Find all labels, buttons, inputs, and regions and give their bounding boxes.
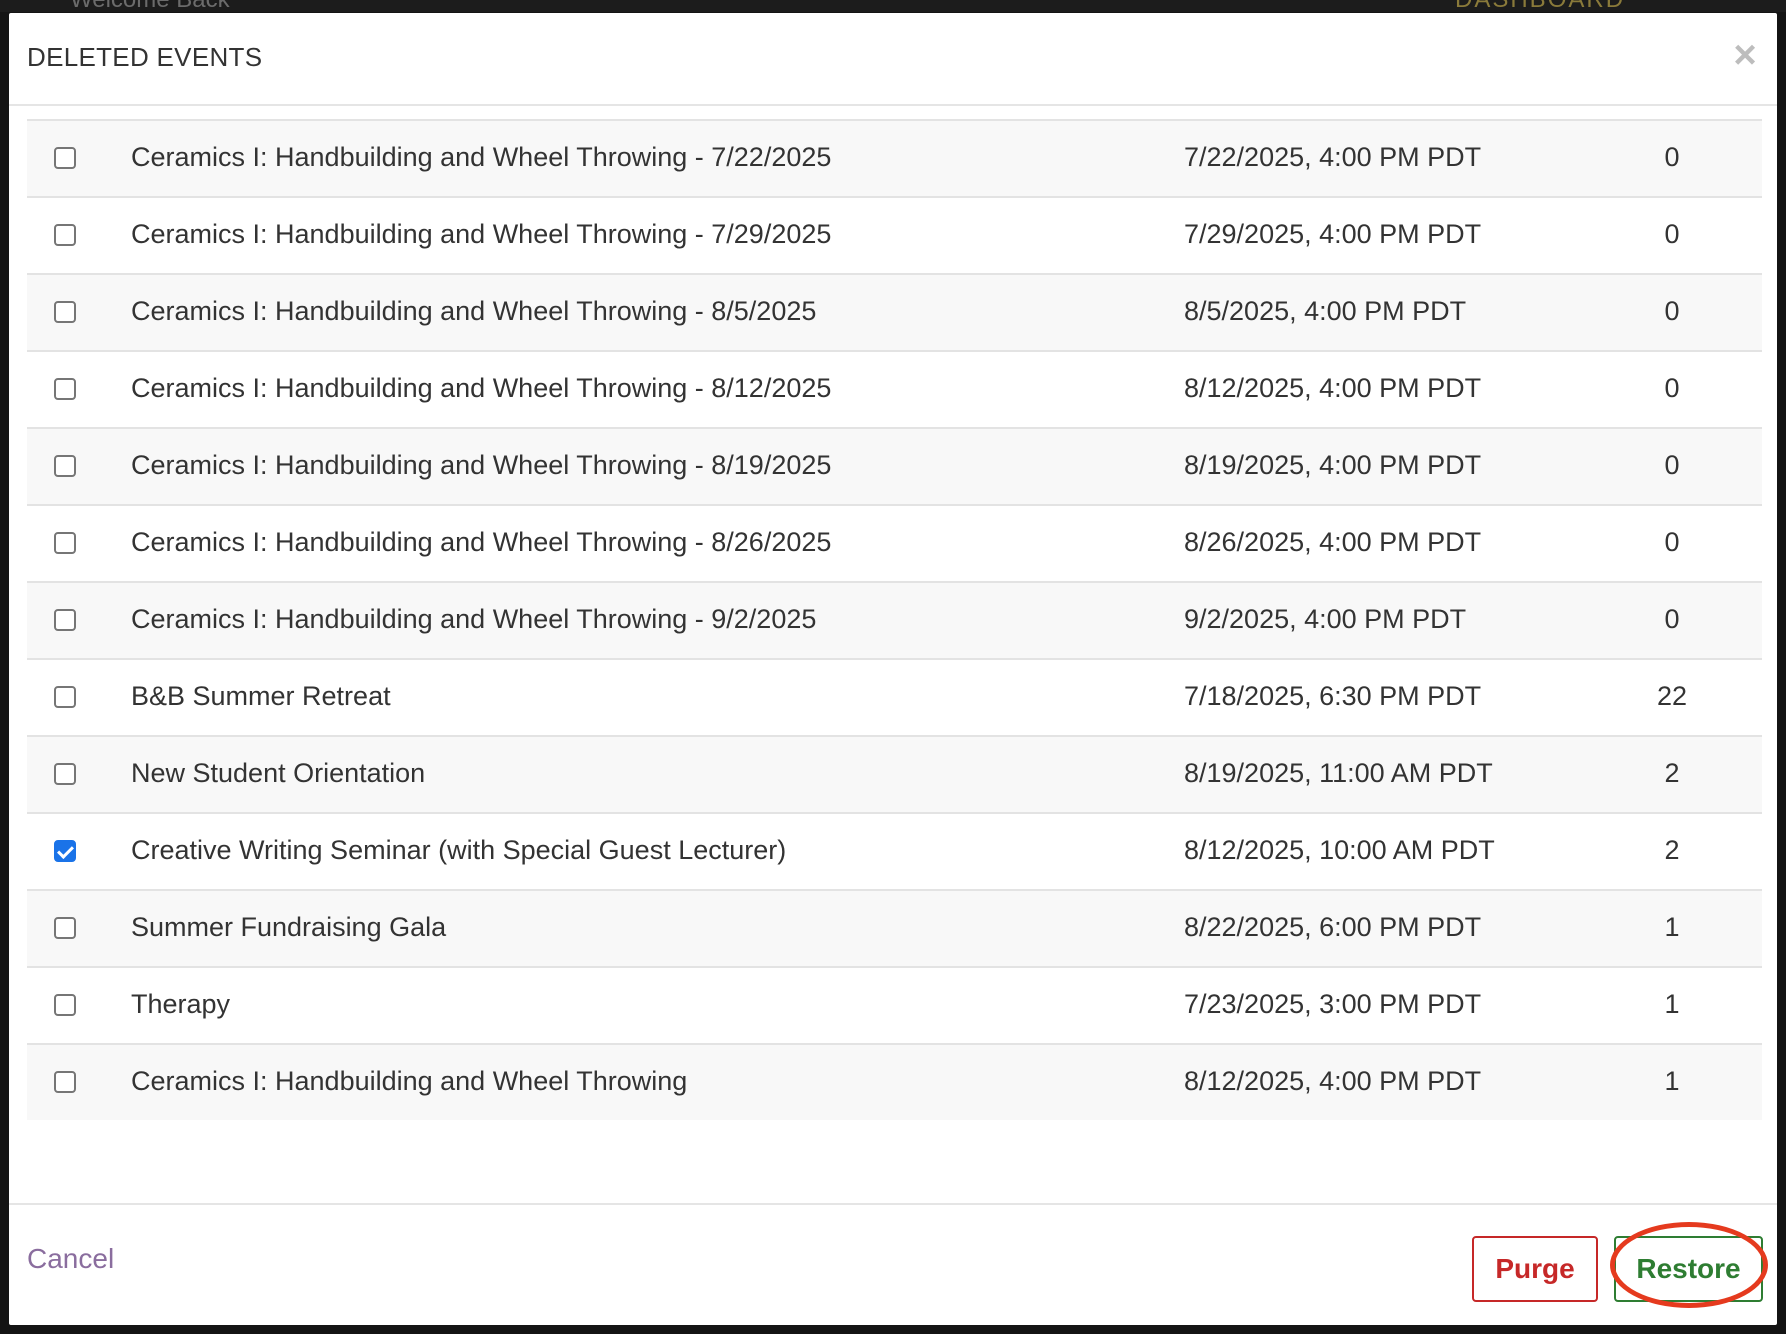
row-checkbox[interactable] — [54, 994, 76, 1016]
table-row[interactable]: Ceramics I: Handbuilding and Wheel Throw… — [27, 350, 1762, 427]
row-checkbox[interactable] — [54, 917, 76, 939]
row-checkbox[interactable] — [54, 378, 76, 400]
event-count: 0 — [1664, 527, 1680, 557]
event-name: Ceramics I: Handbuilding and Wheel Throw… — [131, 527, 832, 557]
event-date: 7/18/2025, 6:30 PM PDT — [1184, 681, 1482, 711]
event-name: Ceramics I: Handbuilding and Wheel Throw… — [131, 450, 832, 480]
event-count: 1 — [1664, 1066, 1680, 1096]
event-count: 0 — [1664, 450, 1680, 480]
table-row[interactable]: Ceramics I: Handbuilding and Wheel Throw… — [27, 273, 1762, 350]
table-row[interactable]: Ceramics I: Handbuilding and Wheel Throw… — [27, 581, 1762, 658]
table-row[interactable]: Ceramics I: Handbuilding and Wheel Throw… — [27, 427, 1762, 504]
table-row[interactable]: Therapy 7/23/2025, 3:00 PM PDT 1 — [27, 966, 1762, 1043]
event-name: Summer Fundraising Gala — [131, 912, 447, 942]
event-count: 0 — [1664, 604, 1680, 634]
event-date: 8/19/2025, 4:00 PM PDT — [1184, 450, 1482, 480]
event-name: Ceramics I: Handbuilding and Wheel Throw… — [131, 1066, 688, 1096]
modal-footer: Cancel Purge Restore — [9, 1203, 1777, 1325]
restore-button[interactable]: Restore — [1614, 1236, 1763, 1302]
row-checkbox[interactable] — [54, 1071, 76, 1093]
event-count: 1 — [1664, 989, 1680, 1019]
event-date: 9/2/2025, 4:00 PM PDT — [1184, 604, 1467, 634]
event-date: 8/19/2025, 11:00 AM PDT — [1184, 758, 1493, 788]
event-date: 8/22/2025, 6:00 PM PDT — [1184, 912, 1482, 942]
event-count: 0 — [1664, 296, 1680, 326]
event-date: 7/23/2025, 3:00 PM PDT — [1184, 989, 1482, 1019]
row-checkbox[interactable] — [54, 301, 76, 323]
event-count: 0 — [1664, 142, 1680, 172]
table-row[interactable]: Summer Fundraising Gala 8/22/2025, 6:00 P… — [27, 889, 1762, 966]
row-checkbox[interactable] — [54, 763, 76, 785]
modal-header: DELETED EVENTS × — [9, 13, 1777, 106]
event-date: 8/12/2025, 10:00 AM PDT — [1184, 835, 1495, 865]
background-dashboard-link: DASHBOARD — [1455, 0, 1625, 12]
cancel-link[interactable]: Cancel — [27, 1243, 114, 1275]
event-date: 8/26/2025, 4:00 PM PDT — [1184, 527, 1482, 557]
event-name: New Student Orientation — [131, 758, 426, 788]
event-count: 0 — [1664, 373, 1680, 403]
table-row[interactable]: Ceramics I: Handbuilding and Wheel Throw… — [27, 504, 1762, 581]
close-icon[interactable]: × — [1727, 35, 1763, 75]
event-count: 1 — [1664, 912, 1680, 942]
event-name: Ceramics I: Handbuilding and Wheel Throw… — [131, 142, 832, 172]
table-row[interactable]: New Student Orientation 8/19/2025, 11:00 … — [27, 735, 1762, 812]
event-count: 0 — [1664, 219, 1680, 249]
purge-button[interactable]: Purge — [1472, 1236, 1598, 1302]
background-page: Welcome Back DASHBOARD — [0, 0, 1786, 12]
event-name: B&B Summer Retreat — [131, 681, 391, 711]
table-row[interactable]: Ceramics I: Handbuilding and Wheel Throw… — [27, 119, 1762, 196]
modal-title: DELETED EVENTS — [27, 42, 263, 72]
event-name: Ceramics I: Handbuilding and Wheel Throw… — [131, 373, 832, 403]
event-name: Therapy — [131, 989, 231, 1019]
event-name: Ceramics I: Handbuilding and Wheel Throw… — [131, 296, 817, 326]
event-date: 8/12/2025, 4:00 PM PDT — [1184, 373, 1482, 403]
row-checkbox[interactable] — [54, 455, 76, 477]
event-name: Ceramics I: Handbuilding and Wheel Throw… — [131, 604, 817, 634]
row-checkbox[interactable] — [54, 147, 76, 169]
table-row[interactable]: Creative Writing Seminar (with Special G… — [27, 812, 1762, 889]
event-count: 2 — [1664, 758, 1680, 788]
background-greeting: Welcome Back — [70, 0, 230, 12]
row-checkbox[interactable] — [54, 532, 76, 554]
row-checkbox[interactable] — [54, 224, 76, 246]
event-date: 8/5/2025, 4:00 PM PDT — [1184, 296, 1467, 326]
table-row[interactable]: Ceramics I: Handbuilding and Wheel Throw… — [27, 196, 1762, 273]
row-checkbox[interactable] — [54, 686, 76, 708]
table-row[interactable]: Ceramics I: Handbuilding and Wheel Throw… — [27, 1043, 1762, 1120]
event-date: 7/22/2025, 4:00 PM PDT — [1184, 142, 1482, 172]
deleted-events-table: Ceramics I: Handbuilding and Wheel Throw… — [27, 119, 1762, 1120]
event-name: Creative Writing Seminar (with Special G… — [131, 835, 787, 865]
event-date: 7/29/2025, 4:00 PM PDT — [1184, 219, 1482, 249]
event-count: 2 — [1664, 835, 1680, 865]
table-row[interactable]: B&B Summer Retreat 7/18/2025, 6:30 PM PDT… — [27, 658, 1762, 735]
event-count: 22 — [1656, 681, 1688, 711]
event-name: Ceramics I: Handbuilding and Wheel Throw… — [131, 219, 832, 249]
event-date: 8/12/2025, 4:00 PM PDT — [1184, 1066, 1482, 1096]
row-checkbox[interactable] — [54, 609, 76, 631]
deleted-events-modal: DELETED EVENTS × Ceramics I: Handbuildin… — [9, 13, 1777, 1325]
row-checkbox[interactable] — [54, 840, 76, 862]
